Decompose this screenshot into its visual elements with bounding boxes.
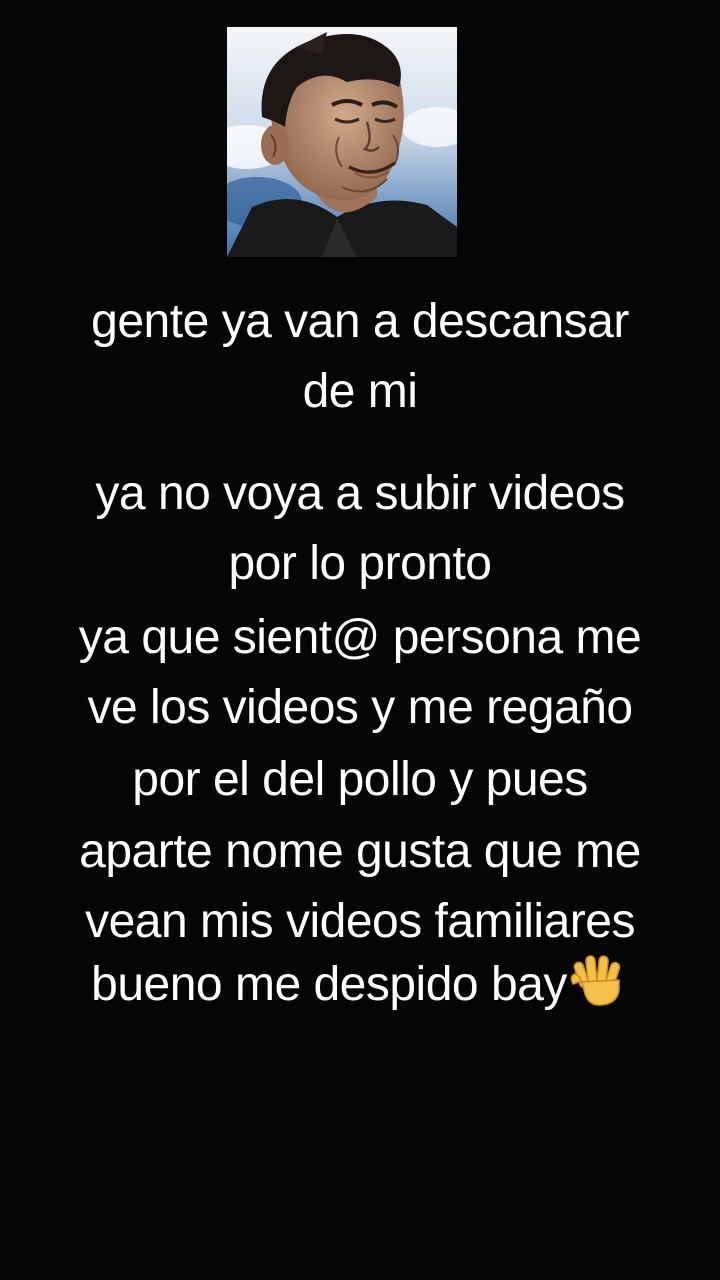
message-line-8-wrapper: bueno me despido bay: [0, 954, 720, 1009]
message-line-8: bueno me despido bay: [91, 958, 567, 1011]
video-frame: gente ya van a descansar de mi ya no voy…: [0, 0, 720, 1280]
message-line-1: ya no voya a subir videos: [95, 467, 625, 520]
raised-hand-icon: [567, 954, 629, 1006]
message-line-5: por el del pollo y pues: [132, 753, 588, 806]
message-line-2: por lo pronto: [228, 537, 492, 590]
message-line-3: ya que sient@ persona me: [78, 611, 642, 664]
heading-line-2: de mi: [302, 365, 418, 418]
heading-line-1: gente ya van a descansar: [91, 295, 629, 348]
smug-man-illustration: [227, 27, 457, 257]
meme-image: [227, 27, 457, 257]
message-line-6: aparte nome gusta que me: [79, 825, 641, 878]
message-line-4: ve los videos y me regaño: [87, 681, 633, 734]
message-line-7: vean mis videos familiares: [85, 895, 635, 948]
